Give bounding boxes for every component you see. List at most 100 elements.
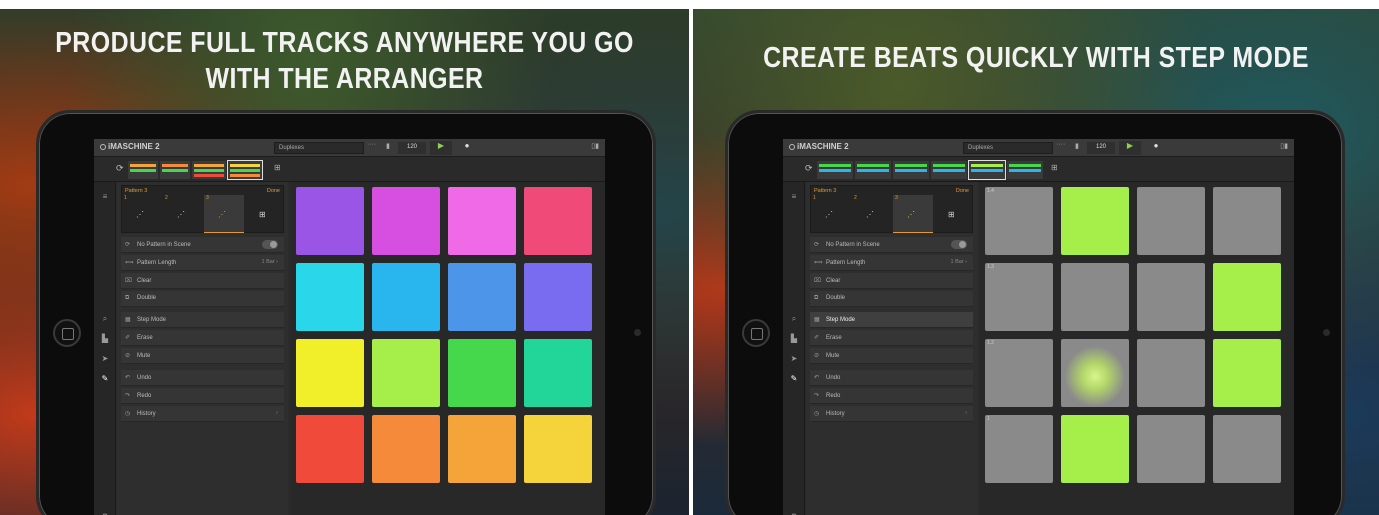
toggle-switch[interactable] bbox=[951, 240, 967, 249]
menu-item-length[interactable]: ⟺ Pattern Length 1 Bar › bbox=[810, 255, 973, 271]
pad-16[interactable] bbox=[524, 415, 592, 483]
browser-icon[interactable]: ≡ bbox=[99, 192, 111, 204]
mixer-icon[interactable]: ▯▮ bbox=[1280, 142, 1288, 150]
menu-item-double[interactable]: ⧉ Double bbox=[121, 291, 284, 307]
menu-item-erase[interactable]: ✐ Erase bbox=[810, 330, 973, 346]
pattern-3[interactable]: 3 ⋰ bbox=[204, 195, 244, 233]
step-12[interactable] bbox=[1213, 339, 1281, 407]
scene-3[interactable] bbox=[192, 161, 226, 179]
add-pattern-button[interactable]: ⊞ bbox=[934, 195, 974, 233]
step-9[interactable]: 1.2 bbox=[985, 339, 1053, 407]
tempo-display[interactable]: 120 bbox=[1087, 142, 1115, 154]
scene-3[interactable] bbox=[893, 161, 929, 179]
pattern-3[interactable]: 3 ⋰ bbox=[893, 195, 933, 233]
menu-item-length[interactable]: ⟺ Pattern Length 1 Bar › bbox=[121, 255, 284, 271]
menu-item-loop[interactable]: ⟳ No Pattern in Scene bbox=[810, 237, 973, 253]
pad-13[interactable] bbox=[296, 415, 364, 483]
menu-item-undo[interactable]: ↶ Undo bbox=[810, 370, 973, 386]
more-icon[interactable]: ···· bbox=[1056, 141, 1065, 148]
menu-item-clear[interactable]: ⌧ Clear bbox=[121, 273, 284, 289]
menu-item-loop[interactable]: ⟳ No Pattern in Scene bbox=[121, 237, 284, 253]
pad-7[interactable] bbox=[448, 263, 516, 331]
scene-4[interactable] bbox=[931, 161, 967, 179]
scene-2[interactable] bbox=[160, 161, 190, 179]
menu-item-step[interactable]: ▦ Step Mode bbox=[810, 312, 973, 328]
step-4[interactable] bbox=[1213, 187, 1281, 255]
project-name[interactable]: Duplexes bbox=[963, 142, 1053, 154]
play-button[interactable]: ▶ bbox=[1119, 141, 1141, 155]
scene-2[interactable] bbox=[855, 161, 891, 179]
record-button[interactable]: ● bbox=[456, 141, 478, 155]
menu-item-mute[interactable]: ⊘ Mute bbox=[121, 348, 284, 364]
add-scene-icon[interactable]: ⊞ bbox=[1051, 163, 1058, 172]
add-pattern-button[interactable]: ⊞ bbox=[245, 195, 285, 233]
menu-item-step[interactable]: ▦ Step Mode bbox=[121, 312, 284, 328]
done-button[interactable]: Done bbox=[956, 188, 969, 194]
pad-6[interactable] bbox=[372, 263, 440, 331]
pad-15[interactable] bbox=[448, 415, 516, 483]
pad-2[interactable] bbox=[372, 187, 440, 255]
pad-10[interactable] bbox=[372, 339, 440, 407]
metronome-icon[interactable]: ▮ bbox=[1075, 142, 1083, 153]
step-3[interactable] bbox=[1137, 187, 1205, 255]
menu-item-history[interactable]: ◷ History › bbox=[810, 406, 973, 422]
menu-item-redo[interactable]: ↷ Redo bbox=[810, 388, 973, 404]
project-name[interactable]: Duplexes bbox=[274, 142, 364, 154]
pad-11[interactable] bbox=[448, 339, 516, 407]
scene-1[interactable] bbox=[128, 161, 158, 179]
step-10[interactable] bbox=[1061, 339, 1129, 407]
menu-item-undo[interactable]: ↶ Undo bbox=[121, 370, 284, 386]
menu-item-mute[interactable]: ⊘ Mute bbox=[810, 348, 973, 364]
sampler-icon[interactable]: ▙ bbox=[788, 334, 800, 346]
step-6[interactable] bbox=[1061, 263, 1129, 331]
pattern-1[interactable]: 1 ⋰ bbox=[122, 195, 162, 233]
loop-icon[interactable]: ⟳ bbox=[805, 163, 813, 174]
add-scene-icon[interactable]: ⊞ bbox=[274, 163, 281, 172]
pencil-icon[interactable]: ✎ bbox=[99, 374, 111, 386]
step-14[interactable] bbox=[1061, 415, 1129, 483]
play-button[interactable]: ▶ bbox=[430, 141, 452, 155]
pattern-2[interactable]: 2 ⋰ bbox=[852, 195, 892, 233]
done-button[interactable]: Done bbox=[267, 188, 280, 194]
pad-9[interactable] bbox=[296, 339, 364, 407]
toggle-switch[interactable] bbox=[262, 240, 278, 249]
step-8[interactable] bbox=[1213, 263, 1281, 331]
more-icon[interactable]: ···· bbox=[367, 141, 376, 148]
step-13[interactable]: 1 bbox=[985, 415, 1053, 483]
scene-1[interactable] bbox=[817, 161, 853, 179]
scene-5-selected[interactable] bbox=[968, 160, 1006, 180]
pad-14[interactable] bbox=[372, 415, 440, 483]
step-15[interactable] bbox=[1137, 415, 1205, 483]
pattern-2[interactable]: 2 ⋰ bbox=[163, 195, 203, 233]
step-5[interactable]: 1.3 bbox=[985, 263, 1053, 331]
step-1[interactable]: 1.4 bbox=[985, 187, 1053, 255]
sampler-icon[interactable]: ▙ bbox=[99, 334, 111, 346]
record-button[interactable]: ● bbox=[1145, 141, 1167, 155]
pad-5[interactable] bbox=[296, 263, 364, 331]
pad-4[interactable] bbox=[524, 187, 592, 255]
pad-3[interactable] bbox=[448, 187, 516, 255]
menu-item-redo[interactable]: ↷ Redo bbox=[121, 388, 284, 404]
search-icon[interactable]: ⌕ bbox=[99, 314, 111, 326]
menu-item-clear[interactable]: ⌧ Clear bbox=[810, 273, 973, 289]
step-11[interactable] bbox=[1137, 339, 1205, 407]
step-16[interactable] bbox=[1213, 415, 1281, 483]
search-icon[interactable]: ⌕ bbox=[788, 314, 800, 326]
step-7[interactable] bbox=[1137, 263, 1205, 331]
pattern-1[interactable]: 1 ⋰ bbox=[811, 195, 851, 233]
home-button[interactable] bbox=[742, 319, 770, 347]
home-button[interactable] bbox=[53, 319, 81, 347]
pad-8[interactable] bbox=[524, 263, 592, 331]
scene-6[interactable] bbox=[1007, 161, 1043, 179]
pad-1[interactable] bbox=[296, 187, 364, 255]
loop-icon[interactable]: ⟳ bbox=[116, 163, 124, 174]
tempo-display[interactable]: 120 bbox=[398, 142, 426, 154]
metronome-icon[interactable]: ▮ bbox=[386, 142, 394, 153]
menu-item-double[interactable]: ⧉ Double bbox=[810, 291, 973, 307]
menu-item-erase[interactable]: ✐ Erase bbox=[121, 330, 284, 346]
mixer-icon[interactable]: ▯▮ bbox=[591, 142, 599, 150]
pad-12[interactable] bbox=[524, 339, 592, 407]
step-2[interactable] bbox=[1061, 187, 1129, 255]
cursor-icon[interactable]: ➤ bbox=[788, 354, 800, 366]
scene-4-selected[interactable] bbox=[227, 160, 263, 180]
